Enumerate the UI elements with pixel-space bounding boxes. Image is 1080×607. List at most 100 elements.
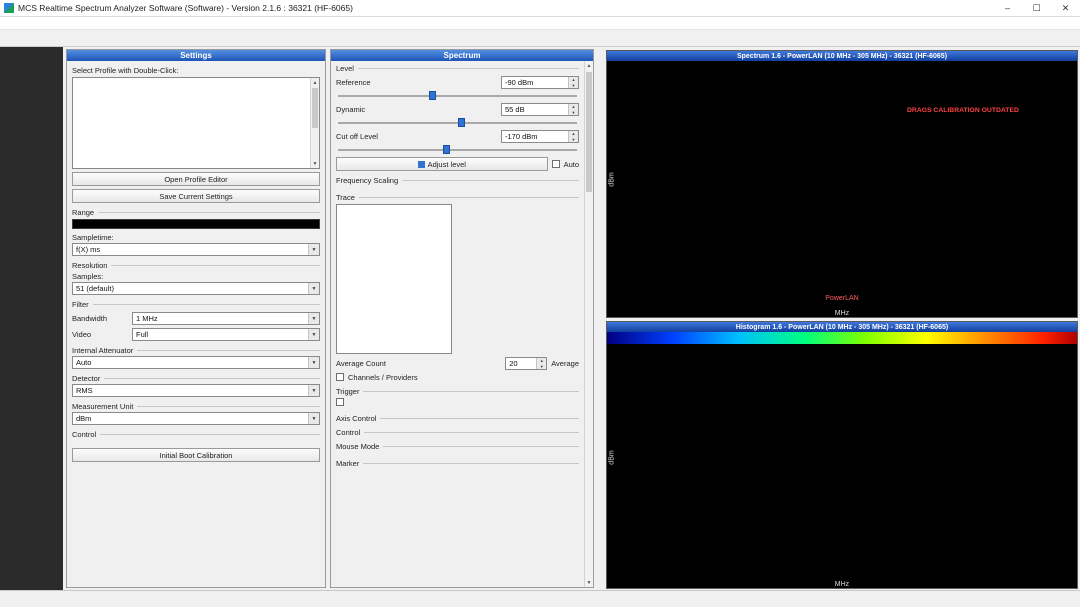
dropdown-arrow-icon[interactable] [308,357,319,368]
reference-spinner[interactable]: -90 dBm [501,76,579,89]
adjust-level-button[interactable]: Adjust level [336,157,548,171]
profile-select-label: Select Profile with Double-Click: [72,66,320,75]
dropdown-arrow-icon[interactable] [308,244,319,255]
spectrum-panel-title[interactable]: Spectrum [331,50,593,61]
attenuator-value: Auto [76,358,91,367]
spectrum-panel-body: Level Reference -90 dBm Dynamic 55 dB [331,61,584,587]
status-bar [0,590,1080,607]
profile-list-scrollbar[interactable]: ▲ ▼ [310,78,319,168]
video-dropdown[interactable]: Full [132,328,320,341]
checkbox-box [336,398,344,406]
adjust-level-icon [418,161,425,168]
main-area: Settings Select Profile with Double-Clic… [0,47,1080,590]
spectrum-x-axis-label: MHz [607,310,1077,317]
channels-providers-checkbox[interactable]: Channels / Providers [336,373,579,382]
spinner-arrows-icon[interactable] [536,358,546,369]
average-suffix-label: Average [551,359,579,368]
trace-list[interactable] [336,204,452,354]
sidebar [0,47,63,590]
video-label: Video [72,330,128,339]
spectrum-plot-title[interactable]: Spectrum 1.6 - PowerLAN (10 MHz - 305 MH… [607,51,1077,61]
minimize-button[interactable]: – [993,0,1022,16]
menu-bar [0,17,1080,30]
histogram-color-scale [607,332,1077,344]
slider-thumb[interactable] [443,145,450,154]
spectrum-panel-scrollbar[interactable]: ▲ ▼ [584,61,593,587]
reference-slider[interactable] [338,91,577,100]
range-group-label: Range [72,208,320,217]
filter-group-label: Filter [72,300,320,309]
slider-thumb[interactable] [429,91,436,100]
cutoff-spinner[interactable]: -170 dBm [501,130,579,143]
scroll-up-icon[interactable]: ▲ [311,78,319,87]
close-button[interactable]: ✕ [1051,0,1080,16]
control-group-label: Control [336,428,579,437]
bandwidth-dropdown[interactable]: 1 MHz [132,312,320,325]
sampletime-label: Sampletime: [72,233,320,242]
dropdown-arrow-icon[interactable] [308,329,319,340]
dynamic-slider[interactable] [338,118,577,127]
save-current-settings-button[interactable]: Save Current Settings [72,189,320,203]
dynamic-spinner[interactable]: 55 dB [501,103,579,116]
dropdown-arrow-icon[interactable] [308,313,319,324]
checkbox-box [336,373,344,381]
scroll-thumb[interactable] [312,88,318,128]
video-value: Full [136,330,148,339]
dynamic-value: 55 dB [502,105,568,114]
sampletime-value: f(X) ms [76,245,100,254]
scroll-down-icon[interactable]: ▼ [311,159,319,168]
toolbar [0,30,1080,47]
spectrum-plot: Spectrum 1.6 - PowerLAN (10 MHz - 305 MH… [606,50,1078,318]
scroll-track[interactable] [585,70,593,578]
slider-thumb[interactable] [458,118,465,127]
spectrum-y-axis-label: dBm [609,172,616,186]
scroll-track[interactable] [311,87,319,159]
average-count-spinner[interactable]: 20 [505,357,547,370]
spinner-arrows-icon[interactable] [568,104,578,115]
detector-dropdown[interactable]: RMS [72,384,320,397]
maximize-button[interactable]: ☐ [1022,0,1051,16]
average-count-value: 20 [506,359,536,368]
scroll-down-icon[interactable]: ▼ [585,578,593,587]
reference-value: -90 dBm [502,78,568,87]
spinner-arrows-icon[interactable] [568,77,578,88]
cutoff-label: Cut off Level [336,132,378,141]
spinner-arrows-icon[interactable] [568,131,578,142]
profile-listbox[interactable]: ▲ ▼ [72,77,320,169]
measurement-unit-dropdown[interactable]: dBm [72,412,320,425]
histogram-plot-body[interactable]: dBm MHz [607,344,1077,588]
histogram-canvas[interactable] [607,344,907,494]
level-group-label: Level [336,64,579,73]
detector-value: RMS [76,386,93,395]
profile-list [73,78,310,168]
samples-label: Samples: [72,272,320,281]
dropdown-arrow-icon[interactable] [308,283,319,294]
bandwidth-label: Bandwidth [72,314,128,323]
scroll-thumb[interactable] [586,72,592,192]
measurement-unit-group-label: Measurement Unit [72,402,320,411]
auto-checkbox[interactable]: Auto [552,160,579,169]
cutoff-slider[interactable] [338,145,577,154]
open-profile-editor-button[interactable]: Open Profile Editor [72,172,320,186]
attenuator-dropdown[interactable]: Auto [72,356,320,369]
trigger-checkbox[interactable] [336,398,579,406]
app-icon [4,3,14,13]
dropdown-arrow-icon[interactable] [308,413,319,424]
reference-label: Reference [336,78,371,87]
histogram-plot: Histogram 1.6 - PowerLAN (10 MHz - 305 M… [606,321,1078,589]
initial-boot-calibration-button[interactable]: Initial Boot Calibration [72,448,320,462]
settings-panel-title[interactable]: Settings [67,50,325,61]
resolution-group-label: Resolution [72,261,320,270]
cutoff-value: -170 dBm [502,132,568,141]
samples-dropdown[interactable]: 51 (default) [72,282,320,295]
histogram-plot-title[interactable]: Histogram 1.6 - PowerLAN (10 MHz - 305 M… [607,322,1077,332]
spectrum-canvas[interactable] [607,61,907,211]
dropdown-arrow-icon[interactable] [308,385,319,396]
spectrum-plot-body[interactable]: DRAGS CALIBRATION OUTDATED dBm PowerLAN … [607,61,1077,317]
frequency-range-display [72,219,320,229]
channels-providers-label: Channels / Providers [348,373,418,382]
window-title: MCS Realtime Spectrum Analyzer Software … [18,3,353,13]
auto-label: Auto [564,160,579,169]
sampletime-dropdown[interactable]: f(X) ms [72,243,320,256]
scroll-up-icon[interactable]: ▲ [585,61,593,70]
